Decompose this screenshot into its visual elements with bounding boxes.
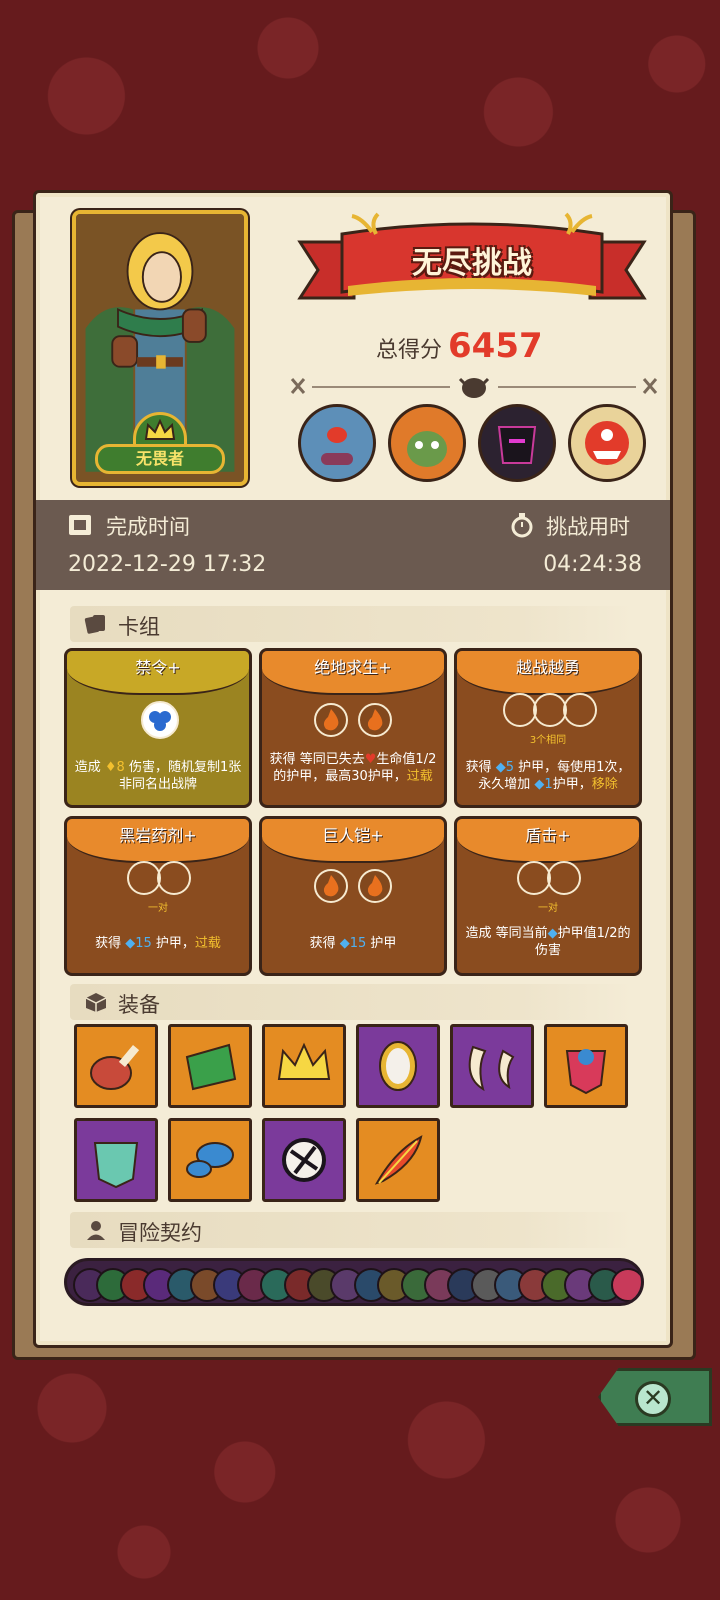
score-label: 总得分 xyxy=(376,338,443,363)
score-value: 6457 xyxy=(448,326,543,366)
close-icon: ✕ xyxy=(635,1381,671,1417)
cracked-orb-icon[interactable] xyxy=(262,1118,346,1202)
flame-slot-icon xyxy=(358,869,392,903)
flame-slot-icon xyxy=(358,703,392,737)
equipment-section-header: 装备 xyxy=(70,984,634,1020)
jade-demon-mask-icon[interactable] xyxy=(74,1118,158,1202)
empty-slot-icon xyxy=(533,693,567,727)
card-juedi-qiusheng[interactable]: 绝地求生+ 获得 等同已失去♥生命值1/2 的护甲，最高30护甲，过载 xyxy=(259,648,447,808)
equipment-title: 装备 xyxy=(118,993,160,1017)
card-description: 造成 等同当前◆护甲值1/2的伤害 xyxy=(465,926,631,958)
dark-knight-boss-icon[interactable] xyxy=(478,404,556,482)
deck-section-header: 卡组 xyxy=(70,606,634,642)
hero-card[interactable]: 无畏者 xyxy=(72,210,248,486)
card-description: 获得 ◆5 护甲，每使用1次，永久增加 ◆1护甲，移除 xyxy=(465,760,631,792)
stopwatch-icon xyxy=(511,513,533,538)
contract-item-icon[interactable] xyxy=(611,1268,641,1302)
card-requirement: 一对 xyxy=(538,903,558,914)
cards-icon xyxy=(84,615,105,634)
hero-name: 无畏者 xyxy=(95,444,225,474)
person-icon xyxy=(87,1221,105,1240)
duration-label: 挑战用时 xyxy=(546,515,630,539)
contract-list[interactable] xyxy=(64,1258,644,1306)
finish-time-value: 2022-12-29 17:32 xyxy=(68,552,267,577)
empty-slot-icon xyxy=(547,861,581,895)
card-requirement: 3个相同 xyxy=(529,735,567,746)
empty-slot-icon xyxy=(127,861,161,895)
card-title: 巨人铠+ xyxy=(322,826,384,845)
card-description: 获得 ◆15 护甲 xyxy=(309,936,397,951)
flame-slot-icon xyxy=(314,869,348,903)
card-jinling[interactable]: 禁令+ 造成 ♦8 伤害，随机复制1张非同名出战牌 xyxy=(64,648,252,808)
empty-slot-icon xyxy=(157,861,191,895)
blue-cyclops-boss-icon[interactable] xyxy=(298,404,376,482)
contracts-title: 冒险契约 xyxy=(118,1221,202,1245)
blue-dice-icon xyxy=(141,701,179,739)
card-title: 越战越勇 xyxy=(515,658,580,677)
golden-crown-icon[interactable] xyxy=(262,1024,346,1108)
card-title: 黑岩药剂+ xyxy=(119,826,197,845)
card-juren-kai[interactable]: 巨人铠+ 获得 ◆15 护甲 xyxy=(259,816,447,976)
duration-value: 04:24:38 xyxy=(543,552,642,577)
claws-icon[interactable] xyxy=(450,1024,534,1108)
phoenix-feather-icon[interactable] xyxy=(356,1118,440,1202)
card-title: 绝地求生+ xyxy=(314,658,392,677)
orange-goblin-boss-icon[interactable] xyxy=(388,404,466,482)
contracts-section-header: 冒险契约 xyxy=(70,1212,634,1248)
meat-leg-icon[interactable] xyxy=(74,1024,158,1108)
card-description: 造成 ♦8 伤害，随机复制1张非同名出战牌 xyxy=(74,760,242,792)
empty-slot-icon xyxy=(563,693,597,727)
card-description: 获得 ◆15 护甲，过载 xyxy=(95,936,221,951)
banner-title: 无尽挑战 xyxy=(412,246,532,281)
defeated-bosses xyxy=(298,404,646,482)
blue-mushroom-icon[interactable] xyxy=(168,1118,252,1202)
card-requirement: 一对 xyxy=(148,903,168,914)
card-title: 盾击+ xyxy=(525,826,571,845)
finish-time-label: 完成时间 xyxy=(106,515,190,539)
flame-mask-boss-icon[interactable] xyxy=(568,404,646,482)
magic-mirror-icon[interactable] xyxy=(356,1024,440,1108)
boss-divider xyxy=(290,373,658,401)
score-row: 总得分 6457 xyxy=(376,326,543,366)
tribal-mask-icon[interactable] xyxy=(544,1024,628,1108)
card-dunji[interactable]: 盾击+ 一对 造成 等同当前◆护甲值1/2的伤害 xyxy=(454,816,642,976)
time-info-band: 完成时间 2022-12-29 17:32 挑战用时 04:24:38 xyxy=(36,500,670,590)
endless-challenge-banner: 无尽挑战 xyxy=(292,212,652,312)
deck-title: 卡组 xyxy=(118,615,160,639)
box-icon xyxy=(85,993,107,1012)
flame-slot-icon xyxy=(314,703,348,737)
film-calendar-icon xyxy=(69,515,91,535)
empty-slot-icon xyxy=(503,693,537,727)
close-button[interactable]: ✕ xyxy=(598,1368,712,1426)
card-description: 获得 等同已失去♥生命值1/2 的护甲，最高30护甲，过载 xyxy=(269,752,437,784)
card-title: 禁令+ xyxy=(135,658,181,677)
card-heiyan-yaoji[interactable]: 黑岩药剂+ 一对 获得 ◆15 护甲，过载 xyxy=(64,816,252,976)
skull-divider-icon xyxy=(290,377,658,398)
empty-slot-icon xyxy=(517,861,551,895)
card-yuezhan-yueyong[interactable]: 越战越勇 3个相同 获得 ◆5 护甲，每使用1次，永久增加 ◆1护甲，移除 xyxy=(454,648,642,808)
mossy-stone-icon[interactable] xyxy=(168,1024,252,1108)
